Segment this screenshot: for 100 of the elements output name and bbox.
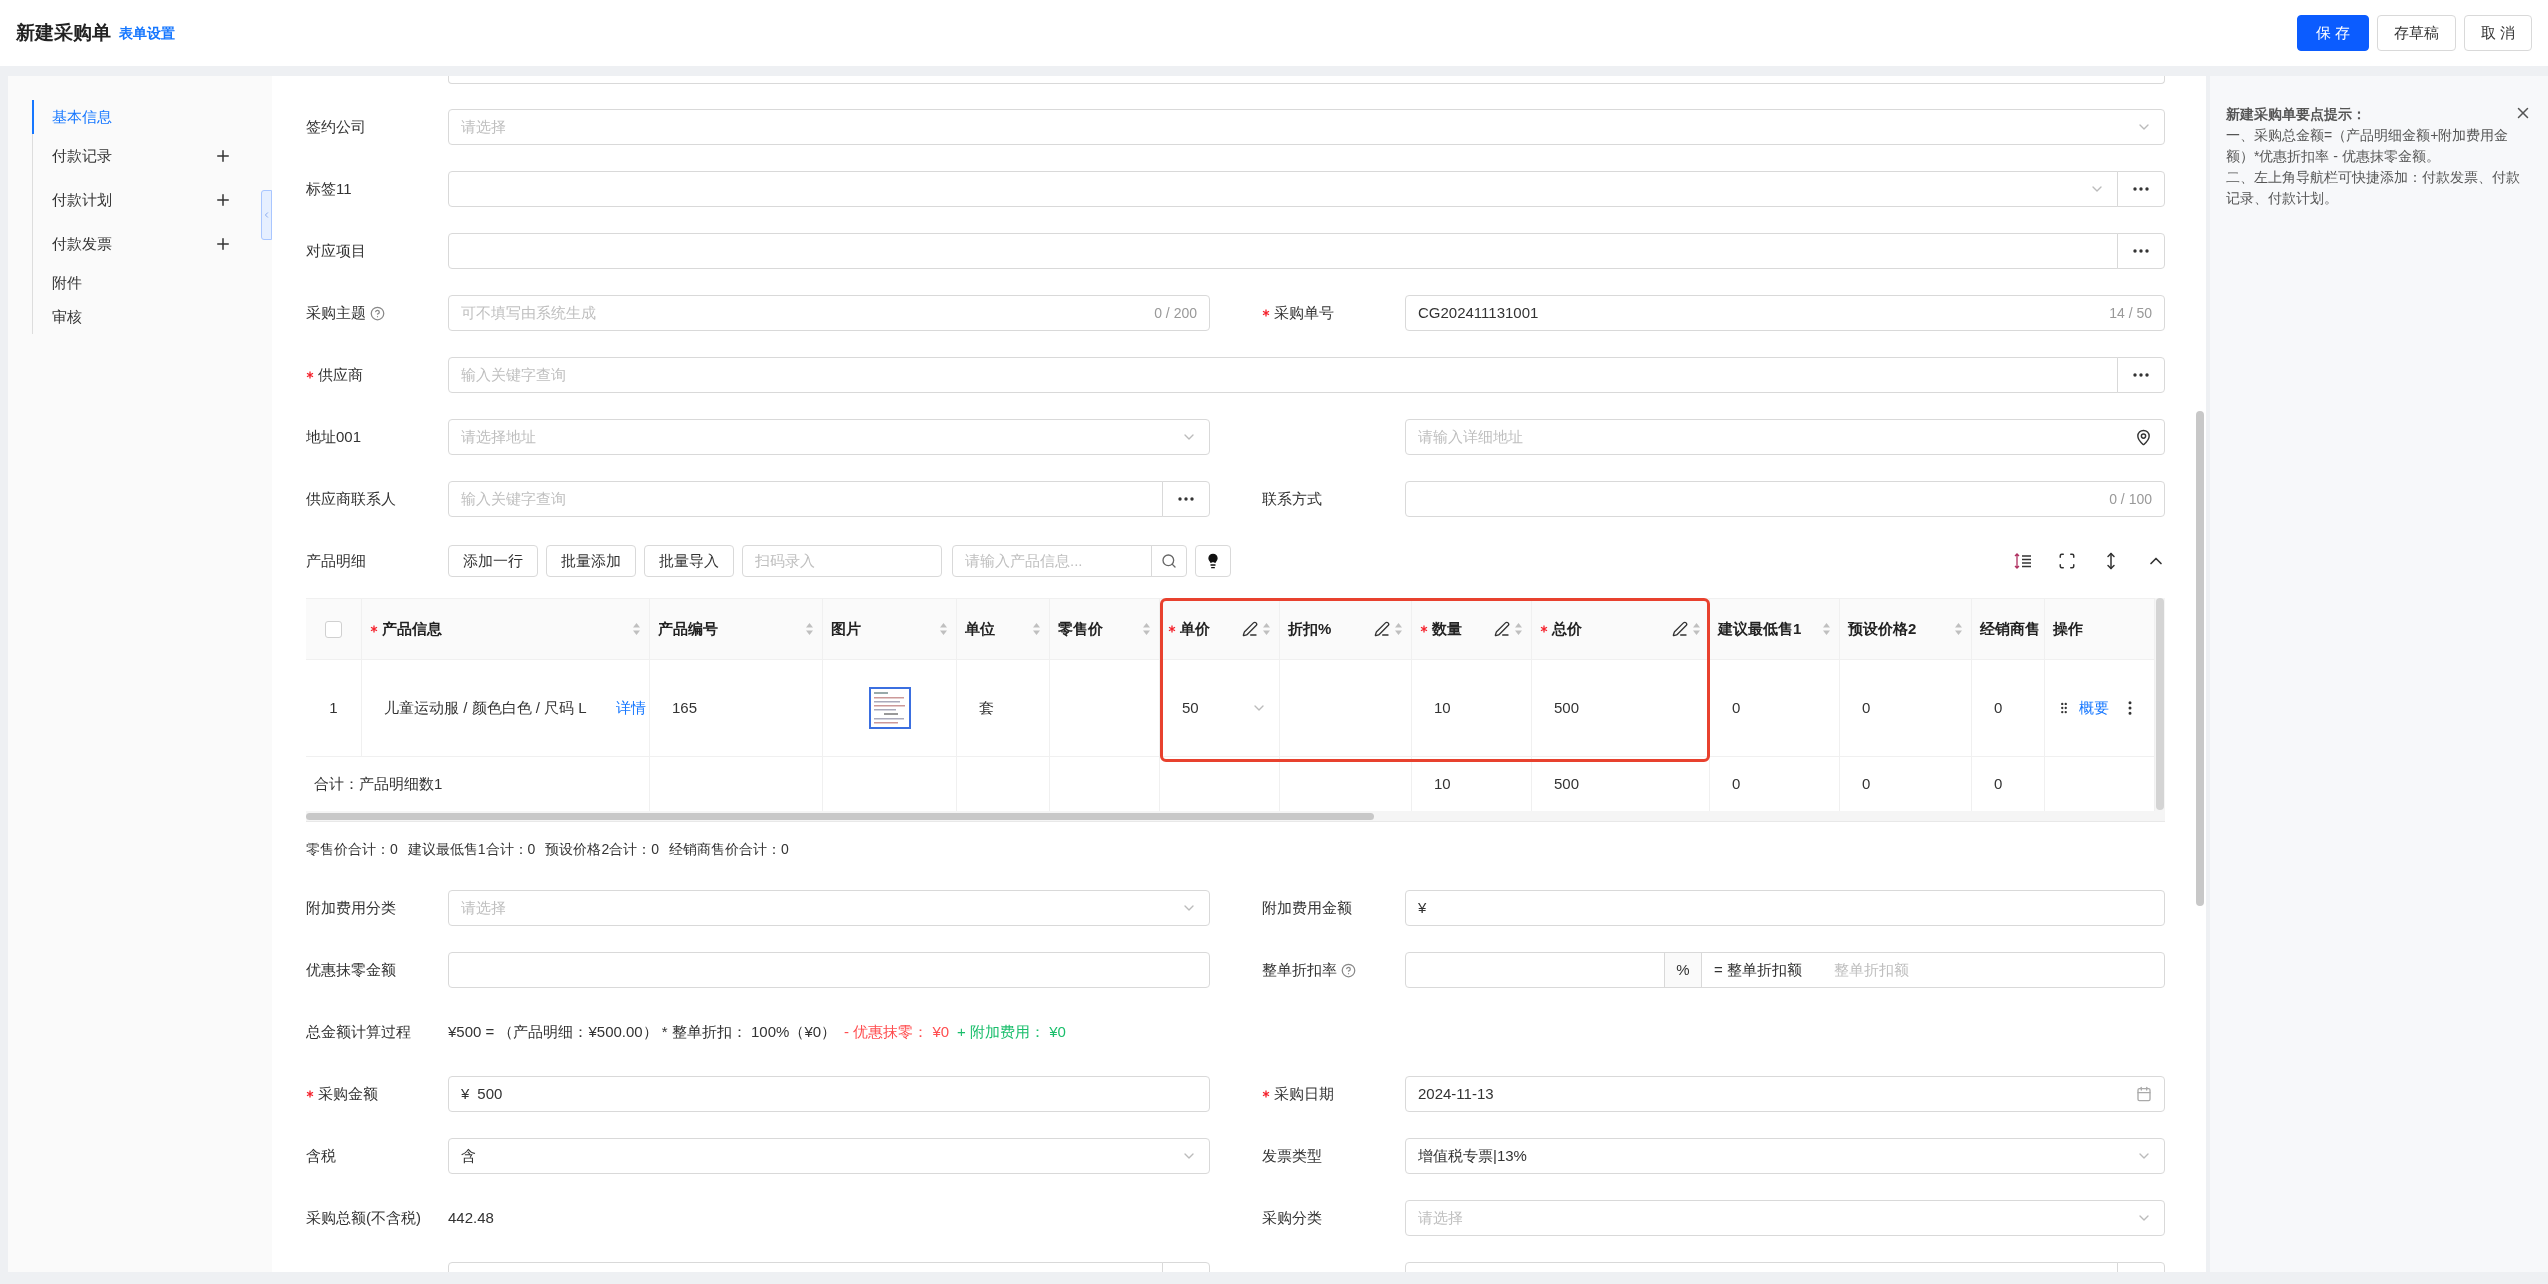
sort-icon[interactable] <box>1394 622 1403 636</box>
hint-text: 二、左上角导航栏可快捷添加：付款发票、付款记录、付款计划。 <box>2226 168 2521 208</box>
select-field[interactable]: 含 <box>448 1138 1210 1174</box>
table-cell-text: 0 <box>1993 773 2003 794</box>
currency-prefix: ¥ <box>461 1083 470 1104</box>
summary-text: 预设价格2合计：0 <box>545 840 659 859</box>
scrollbar-thumb[interactable] <box>2156 598 2164 810</box>
sort-icon[interactable] <box>1032 622 1041 636</box>
input-field[interactable] <box>1405 952 1665 988</box>
column-header: 图片 <box>831 618 861 639</box>
sort-icon[interactable] <box>939 622 948 636</box>
more-button[interactable] <box>2117 357 2165 393</box>
nav-item[interactable]: 附件 <box>32 266 232 300</box>
edit-icon[interactable] <box>1374 621 1390 637</box>
checkbox[interactable] <box>325 620 342 638</box>
currency-prefix: ¥ <box>1418 897 1427 918</box>
more-button[interactable] <box>2117 171 2165 207</box>
field-label: 采购分类 <box>1262 1207 1322 1228</box>
column-header: 单价 <box>1180 618 1210 639</box>
toolbar-button[interactable]: 批量导入 <box>644 545 734 577</box>
add-icon[interactable] <box>214 235 232 253</box>
field-label: 总金额计算过程 <box>306 1021 411 1042</box>
column-header: 单位 <box>965 618 995 639</box>
nav-item[interactable]: 付款发票 <box>32 222 232 266</box>
sort-icon[interactable] <box>1262 622 1271 636</box>
input-field[interactable] <box>448 76 2165 84</box>
help-icon[interactable] <box>370 305 385 321</box>
field-label: 供应商 <box>318 364 363 385</box>
field-label: 发票类型 <box>1262 1145 1322 1166</box>
column-header: 建议最低售1 <box>1718 618 1802 639</box>
help-icon[interactable] <box>1341 962 1356 978</box>
details-link[interactable]: 详情 <box>616 697 646 719</box>
edit-icon[interactable] <box>1494 621 1510 637</box>
add-icon[interactable] <box>214 147 232 165</box>
sort-icon[interactable] <box>805 622 814 636</box>
field-label: 采购总额(不含税) <box>306 1207 421 1228</box>
table-cell-text: 0 <box>1993 697 2003 718</box>
action-button[interactable]: 存草稿 <box>2376 15 2456 51</box>
column-header: 预设价格2 <box>1848 618 1917 639</box>
tips-button[interactable] <box>1195 545 1231 577</box>
input-field[interactable] <box>448 233 2118 269</box>
select-field[interactable] <box>448 171 2118 207</box>
action-button[interactable]: 取 消 <box>2463 15 2532 51</box>
toolbar-button[interactable]: 添加一行 <box>448 545 538 577</box>
column-header: 折扣% <box>1288 618 1332 639</box>
table-cell-text: 10 <box>1433 697 1451 718</box>
ellipsis-icon <box>2133 249 2149 253</box>
search-button[interactable] <box>1151 545 1187 577</box>
select-field[interactable]: 增值税专票|13% <box>1405 1138 2165 1174</box>
sort-icon[interactable] <box>632 622 641 636</box>
nav-item[interactable]: 审核 <box>32 300 232 334</box>
row-height-icon[interactable] <box>2014 553 2032 569</box>
discount-amount-label: = 整单折扣额 <box>1714 959 1802 980</box>
summary-link[interactable]: 概要 <box>2079 696 2109 720</box>
fullscreen-icon[interactable] <box>2058 552 2076 570</box>
sort-icon[interactable] <box>1954 622 1963 636</box>
summary-text: 零售价合计：0 <box>306 840 398 859</box>
field-label: 整单折扣率 <box>1262 959 1337 980</box>
field-label: 地址001 <box>306 426 362 447</box>
form-settings-link[interactable]: 表单设置 <box>119 22 175 44</box>
input-field[interactable]: ¥ <box>1405 890 2165 926</box>
table-cell-text: 儿童运动服 / 颜色白色 / 尺码 L <box>384 698 588 718</box>
field-value: 442.48 <box>448 1207 495 1228</box>
input-field[interactable]: CG202411131001 14 / 50 <box>1405 295 2165 331</box>
sort-icon[interactable] <box>1692 622 1701 636</box>
date-field[interactable]: 2024-11-13 <box>1405 1076 2165 1112</box>
summary-text: 建议最低售1合计：0 <box>407 840 536 859</box>
save-button[interactable]: 保 存 <box>2296 15 2369 51</box>
summary-text: 经销商售价合计：0 <box>668 840 789 859</box>
scrollbar-thumb[interactable] <box>306 813 1374 820</box>
character-count: 0 / 100 <box>2109 489 2152 509</box>
sort-icon[interactable] <box>1514 622 1523 636</box>
character-count: 0 / 200 <box>1154 303 1197 323</box>
ellipsis-icon <box>1178 497 1194 501</box>
nav-item[interactable]: 基本信息 <box>32 100 232 134</box>
more-button[interactable] <box>2117 233 2165 269</box>
nav-item[interactable]: 付款计划 <box>32 178 232 222</box>
location-pin-icon[interactable] <box>2135 428 2152 446</box>
nav-item[interactable]: 付款记录 <box>32 134 232 178</box>
collapse-tab[interactable] <box>261 190 272 240</box>
add-icon[interactable] <box>214 191 232 209</box>
table-cell-text: 0 <box>1861 773 1871 794</box>
edit-icon[interactable] <box>1672 621 1688 637</box>
table-cell-text: 500 <box>1553 773 1580 794</box>
scrollbar-thumb[interactable] <box>2196 411 2204 906</box>
field-label: 采购金额 <box>318 1083 378 1104</box>
toolbar-button[interactable]: 批量添加 <box>546 545 636 577</box>
price-select[interactable]: 50 <box>1160 696 1279 720</box>
sort-icon[interactable] <box>1142 622 1151 636</box>
table-cell-text: 0 <box>1731 697 1741 718</box>
formula-text: ¥500 = （产品明细：¥500.00） * 整单折扣： 100%（¥0） <box>448 1021 837 1042</box>
column-header: 经销商售 <box>1980 618 2040 639</box>
sort-icon[interactable] <box>1822 622 1831 636</box>
discount-amount-field[interactable]: = 整单折扣额 整单折扣额 <box>1701 952 2165 988</box>
field-label: 供应商联系人 <box>306 488 396 509</box>
input-field[interactable]: ¥ 500 <box>448 1076 1210 1112</box>
more-button[interactable] <box>1162 481 1210 517</box>
edit-icon[interactable] <box>1242 621 1258 637</box>
input-field[interactable] <box>448 952 1210 988</box>
field-label: 含税 <box>306 1145 336 1166</box>
